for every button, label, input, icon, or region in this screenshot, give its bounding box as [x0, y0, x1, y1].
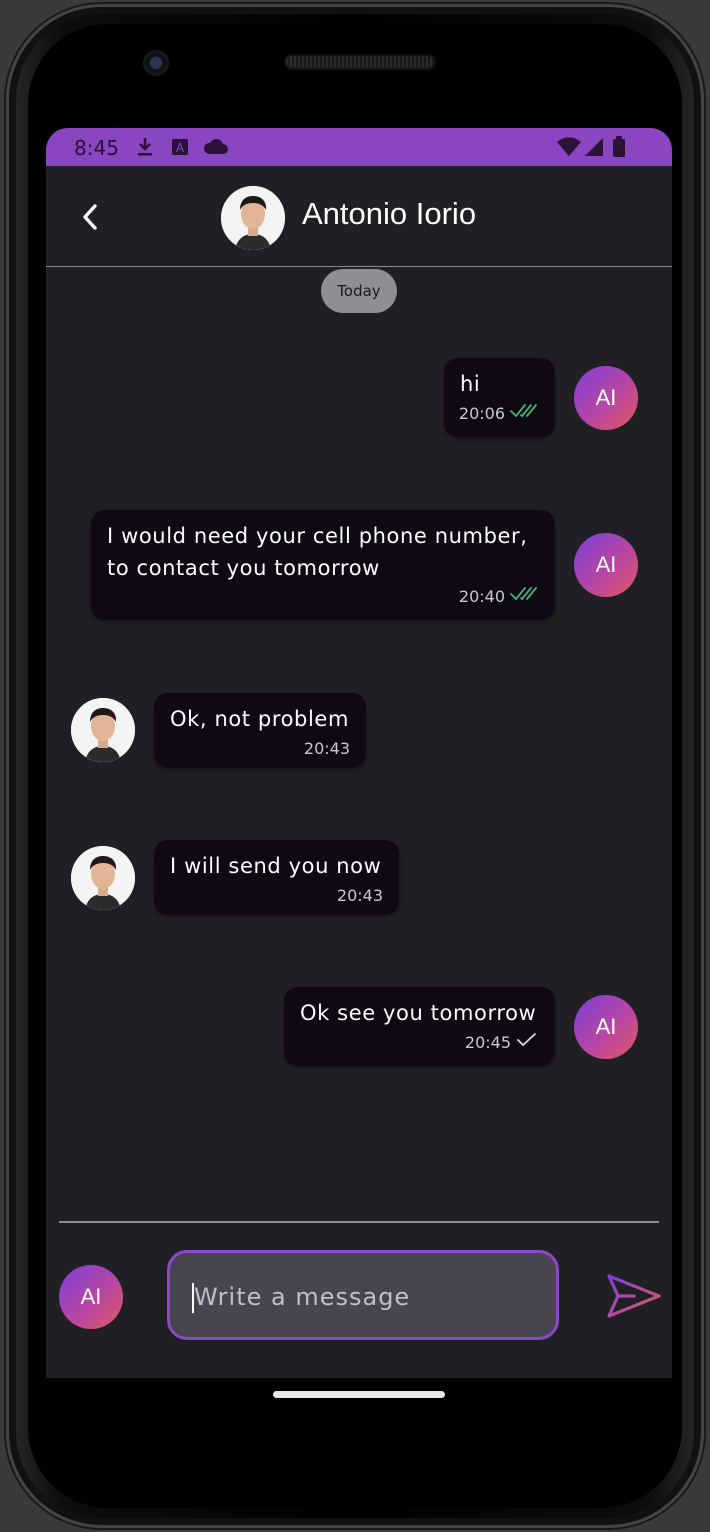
message-bubble-outgoing[interactable]: I would need your cell phone number, to …: [91, 510, 555, 620]
message-text: I would need your cell phone number, to …: [107, 524, 528, 580]
chevron-left-icon[interactable]: [76, 202, 106, 232]
status-bar: 8:45 A: [46, 128, 672, 166]
user-avatar: AI: [574, 533, 638, 597]
message-meta: 20:43: [337, 886, 383, 905]
chat-header: Antonio Iorio: [46, 166, 672, 267]
message-time: 20:40: [458, 586, 505, 606]
message-meta: 20:45: [465, 1032, 539, 1052]
contact-avatar[interactable]: [221, 186, 285, 250]
composer-divider: [59, 1221, 659, 1223]
message-meta: 20:40: [459, 586, 539, 606]
cloud-icon: [203, 136, 229, 158]
message-time: 20:45: [464, 1032, 511, 1052]
message-text: Ok, not problem: [170, 707, 349, 731]
date-chip: Today: [321, 269, 397, 313]
message-bubble-outgoing[interactable]: hi 20:06: [444, 358, 555, 437]
message-input-placeholder: Write a message: [194, 1283, 411, 1311]
user-avatar: AI: [574, 995, 638, 1059]
message-time: 20:06: [458, 403, 505, 423]
send-icon[interactable]: [604, 1271, 664, 1321]
contact-avatar: [71, 846, 135, 910]
message-bubble-outgoing[interactable]: Ok see you tomorrow 20:45: [284, 987, 555, 1066]
message-text: hi: [460, 372, 481, 396]
message-time: 20:43: [303, 739, 350, 758]
message-text: Ok see you tomorrow: [300, 1001, 537, 1025]
message-bubble-incoming[interactable]: I will send you now 20:43: [154, 840, 399, 915]
message-input[interactable]: Write a message: [167, 1250, 559, 1340]
double-check-icon: [509, 586, 539, 606]
contact-avatar: [71, 698, 135, 762]
message-bubble-incoming[interactable]: Ok, not problem 20:43: [154, 693, 366, 768]
front-camera: [143, 50, 169, 76]
status-time: 8:45: [74, 136, 119, 160]
contact-name: Antonio Iorio: [302, 196, 477, 231]
download-icon: [136, 136, 154, 158]
message-text: I will send you now: [170, 854, 382, 878]
chat-screen: 8:45 A Antonio Iorio Today hi 20:06 AI I…: [46, 128, 672, 1378]
composer-user-avatar: AI: [59, 1265, 123, 1329]
home-indicator[interactable]: [273, 1391, 445, 1398]
user-avatar: AI: [574, 366, 638, 430]
a-icon: A: [171, 136, 189, 158]
earpiece-speaker: [284, 54, 436, 70]
svg-text:A: A: [176, 141, 185, 155]
message-meta: 20:43: [304, 739, 350, 758]
wifi-icon: [556, 136, 582, 158]
check-icon: [515, 1032, 539, 1052]
battery-icon: [612, 136, 626, 158]
signal-icon: [584, 136, 604, 158]
double-check-icon: [509, 403, 539, 423]
message-meta: 20:06: [459, 403, 539, 423]
message-time: 20:43: [336, 886, 383, 905]
